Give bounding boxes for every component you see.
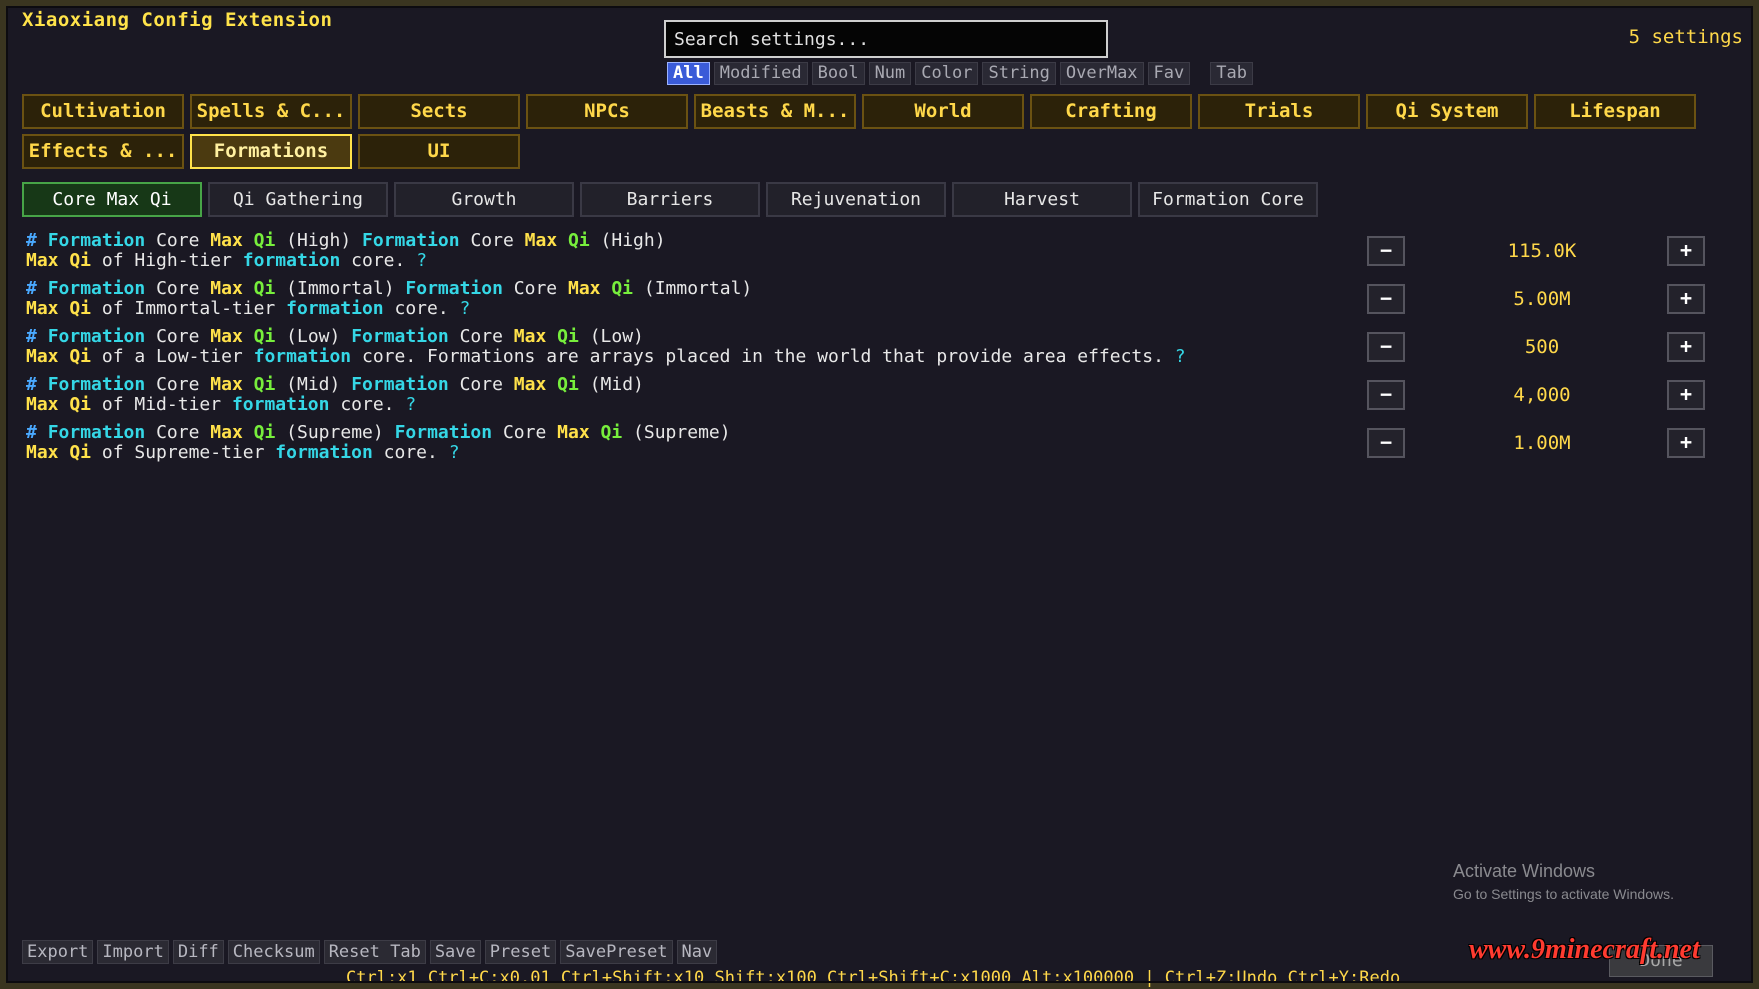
activation-watermark-title: Activate Windows bbox=[1453, 861, 1596, 881]
reset-tab-button[interactable]: Reset Tab bbox=[323, 940, 426, 964]
setting-description: Max Qi of a Low-tier formation core. For… bbox=[26, 346, 1186, 367]
filter-bool[interactable]: Bool bbox=[811, 62, 865, 85]
filter-color[interactable]: Color bbox=[915, 62, 979, 85]
help-icon[interactable]: ? bbox=[1175, 346, 1186, 367]
search-input[interactable] bbox=[664, 20, 1108, 58]
subtab-rejuvenation[interactable]: Rejuvenation bbox=[766, 182, 946, 217]
category-tab-world[interactable]: World bbox=[862, 94, 1024, 129]
subtab-growth[interactable]: Growth bbox=[394, 182, 574, 217]
site-watermark-logo: www.9minecraft.net bbox=[1469, 934, 1700, 965]
decrement-button[interactable]: − bbox=[1367, 236, 1405, 266]
settings-list: # Formation Core Max Qi (High) Formation… bbox=[22, 228, 1722, 468]
nav-button[interactable]: Nav bbox=[676, 940, 718, 964]
filter-string[interactable]: String bbox=[982, 62, 1056, 85]
help-icon[interactable]: ? bbox=[460, 298, 471, 319]
setting-title: # Formation Core Max Qi (Mid) Formation … bbox=[26, 374, 644, 395]
help-icon[interactable]: ? bbox=[405, 394, 416, 415]
bottom-toolbar: Export Import Diff Checksum Reset Tab Sa… bbox=[22, 940, 718, 964]
increment-button[interactable]: + bbox=[1667, 284, 1705, 314]
setting-value[interactable]: 1.00M bbox=[1442, 432, 1642, 454]
hash-marker: # bbox=[26, 374, 37, 395]
category-tab-trials[interactable]: Trials bbox=[1198, 94, 1360, 129]
import-button[interactable]: Import bbox=[97, 940, 169, 964]
preset-button[interactable]: Preset bbox=[484, 940, 557, 964]
category-tab-ui[interactable]: UI bbox=[358, 134, 520, 169]
decrement-button[interactable]: − bbox=[1367, 380, 1405, 410]
main-window: Xiaoxiang Config Extension 5 settings Al… bbox=[0, 0, 1759, 989]
setting-row: # Formation Core Max Qi (Supreme) Format… bbox=[22, 420, 1722, 468]
setting-title: # Formation Core Max Qi (High) Formation… bbox=[26, 230, 666, 251]
category-tab-spells[interactable]: Spells & C... bbox=[190, 94, 352, 129]
category-tab-npcs[interactable]: NPCs bbox=[526, 94, 688, 129]
category-tab-qi-system[interactable]: Qi System bbox=[1366, 94, 1528, 129]
subtab-harvest[interactable]: Harvest bbox=[952, 182, 1132, 217]
filter-bar: All Modified Bool Num Color String OverM… bbox=[667, 62, 1253, 86]
setting-title: # Formation Core Max Qi (Supreme) Format… bbox=[26, 422, 731, 443]
setting-value[interactable]: 4,000 bbox=[1442, 384, 1642, 406]
setting-description: Max Qi of Immortal-tier formation core. … bbox=[26, 298, 471, 319]
setting-title: # Formation Core Max Qi (Immortal) Forma… bbox=[26, 278, 753, 299]
category-tabs-row-1: Cultivation Spells & C... Sects NPCs Bea… bbox=[22, 94, 1696, 129]
app-title: Xiaoxiang Config Extension bbox=[22, 9, 333, 31]
setting-row: # Formation Core Max Qi (Immortal) Forma… bbox=[22, 276, 1722, 324]
save-button[interactable]: Save bbox=[429, 940, 481, 964]
filter-num[interactable]: Num bbox=[868, 62, 912, 85]
setting-description: Max Qi of Supreme-tier formation core. ? bbox=[26, 442, 460, 463]
increment-button[interactable]: + bbox=[1667, 332, 1705, 362]
category-tab-cultivation[interactable]: Cultivation bbox=[22, 94, 184, 129]
filter-fav[interactable]: Fav bbox=[1147, 62, 1191, 85]
checksum-button[interactable]: Checksum bbox=[227, 940, 320, 964]
settings-count: 5 settings bbox=[1628, 26, 1743, 48]
increment-button[interactable]: + bbox=[1667, 428, 1705, 458]
increment-button[interactable]: + bbox=[1667, 380, 1705, 410]
filter-tab[interactable]: Tab bbox=[1210, 62, 1253, 85]
hash-marker: # bbox=[26, 326, 37, 347]
hash-marker: # bbox=[26, 230, 37, 251]
setting-row: # Formation Core Max Qi (High) Formation… bbox=[22, 228, 1722, 276]
increment-button[interactable]: + bbox=[1667, 236, 1705, 266]
subtab-barriers[interactable]: Barriers bbox=[580, 182, 760, 217]
save-preset-button[interactable]: SavePreset bbox=[560, 940, 673, 964]
setting-value[interactable]: 500 bbox=[1442, 336, 1642, 358]
setting-value[interactable]: 5.00M bbox=[1442, 288, 1642, 310]
subtab-core-max-qi[interactable]: Core Max Qi bbox=[22, 182, 202, 217]
category-tab-sects[interactable]: Sects bbox=[358, 94, 520, 129]
setting-row: # Formation Core Max Qi (Mid) Formation … bbox=[22, 372, 1722, 420]
decrement-button[interactable]: − bbox=[1367, 284, 1405, 314]
category-tab-crafting[interactable]: Crafting bbox=[1030, 94, 1192, 129]
subtab-formation-core[interactable]: Formation Core bbox=[1138, 182, 1318, 217]
decrement-button[interactable]: − bbox=[1367, 428, 1405, 458]
filter-all[interactable]: All bbox=[667, 62, 710, 85]
activation-watermark-subtitle: Go to Settings to activate Windows. bbox=[1453, 886, 1674, 902]
help-icon[interactable]: ? bbox=[416, 250, 427, 271]
diff-button[interactable]: Diff bbox=[172, 940, 224, 964]
decrement-button[interactable]: − bbox=[1367, 332, 1405, 362]
setting-row: # Formation Core Max Qi (Low) Formation … bbox=[22, 324, 1722, 372]
category-tab-formations[interactable]: Formations bbox=[190, 134, 352, 169]
category-tab-effects[interactable]: Effects & ... bbox=[22, 134, 184, 169]
export-button[interactable]: Export bbox=[22, 940, 94, 964]
setting-description: Max Qi of Mid-tier formation core. ? bbox=[26, 394, 417, 415]
shortcut-hints: Ctrl:x1 Ctrl+C:x0.01 Ctrl+Shift:x10 Shif… bbox=[346, 968, 1401, 988]
category-tab-beasts[interactable]: Beasts & M... bbox=[694, 94, 856, 129]
hash-marker: # bbox=[26, 422, 37, 443]
hash-marker: # bbox=[26, 278, 37, 299]
filter-modified[interactable]: Modified bbox=[713, 62, 808, 85]
category-tabs-row-2: Effects & ... Formations UI bbox=[22, 134, 520, 169]
subtab-qi-gathering[interactable]: Qi Gathering bbox=[208, 182, 388, 217]
setting-value[interactable]: 115.0K bbox=[1442, 240, 1642, 262]
help-icon[interactable]: ? bbox=[449, 442, 460, 463]
category-tab-lifespan[interactable]: Lifespan bbox=[1534, 94, 1696, 129]
filter-overmax[interactable]: OverMax bbox=[1059, 62, 1144, 85]
subtab-bar: Core Max Qi Qi Gathering Growth Barriers… bbox=[22, 182, 1318, 217]
setting-title: # Formation Core Max Qi (Low) Formation … bbox=[26, 326, 644, 347]
setting-description: Max Qi of High-tier formation core. ? bbox=[26, 250, 428, 271]
